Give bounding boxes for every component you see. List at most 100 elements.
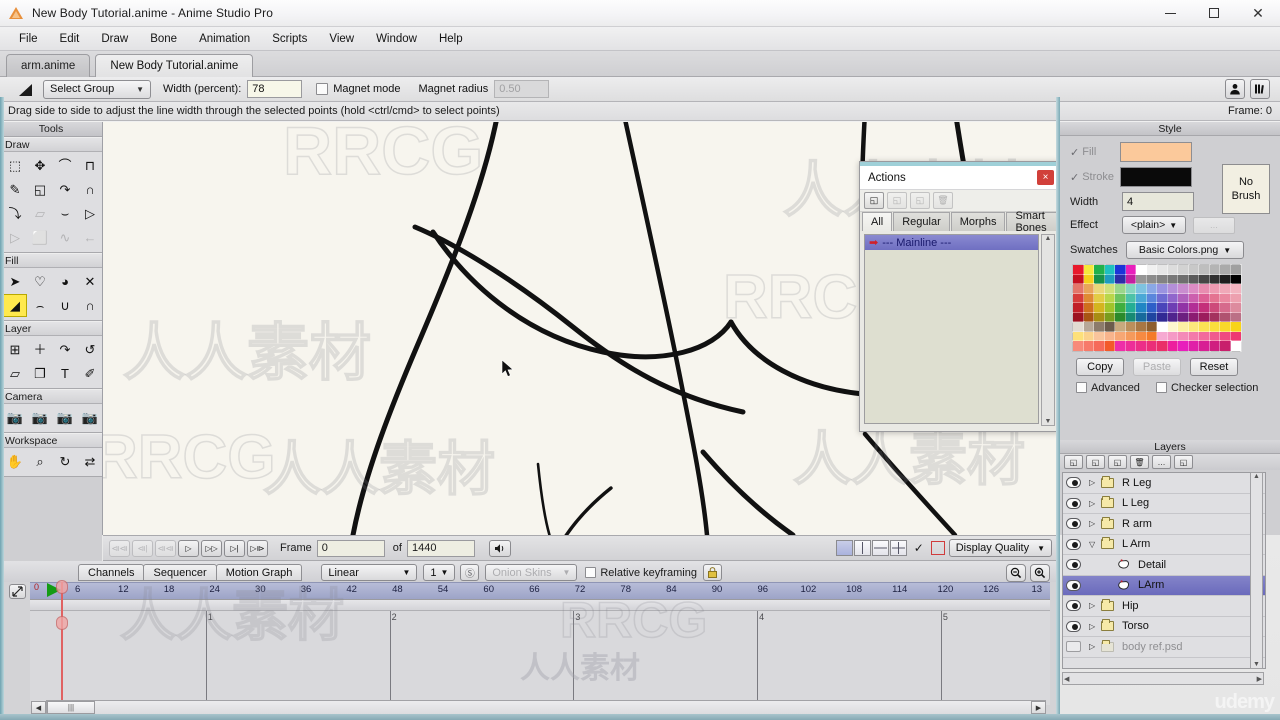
palette-swatch-66[interactable] — [1093, 302, 1105, 313]
previous-keyframe-button[interactable]: ⧏| — [132, 539, 153, 557]
copy-button[interactable]: Copy — [1076, 357, 1124, 376]
palette-swatch-34[interactable] — [1093, 283, 1105, 294]
single-view-button[interactable] — [835, 540, 853, 556]
playhead-handle[interactable] — [56, 580, 68, 594]
layers-horizontal-scrollbar[interactable]: ◀ ▶ — [1062, 672, 1264, 685]
actions-list[interactable]: ➡ --- Mainline --- — [864, 234, 1039, 424]
palette-swatch-81[interactable] — [1083, 312, 1095, 323]
palette-swatch-22[interactable] — [1135, 274, 1147, 285]
palette-swatch-65[interactable] — [1083, 302, 1095, 313]
palette-swatch-93[interactable] — [1209, 312, 1221, 323]
palette-swatch-79[interactable] — [1230, 302, 1242, 313]
palette-swatch-26[interactable] — [1177, 274, 1189, 285]
palette-swatch-29[interactable] — [1209, 274, 1221, 285]
palette-swatch-126[interactable] — [1219, 331, 1231, 342]
zoom-in-icon[interactable] — [1030, 563, 1050, 582]
palette-swatch-64[interactable] — [1072, 302, 1084, 313]
layer-row[interactable]: ▷ Torso — [1063, 617, 1265, 637]
palette-swatch-118[interactable] — [1135, 331, 1147, 342]
play-button[interactable]: ▷ — [178, 539, 199, 557]
timeline-track-area[interactable]: 1 2 3 4 5 — [30, 599, 1050, 706]
palette-swatch-28[interactable] — [1198, 274, 1210, 285]
palette-swatch-44[interactable] — [1198, 283, 1210, 294]
perspective-points-tool[interactable]: ⌣ — [53, 202, 77, 225]
eraser-tool[interactable]: ▱ — [28, 202, 52, 225]
fill-color-swatch[interactable] — [1120, 142, 1193, 162]
palette-swatch-107[interactable] — [1188, 321, 1200, 332]
actions-scrollbar[interactable]: ▲ ▼ — [1041, 234, 1055, 426]
palette-swatch-75[interactable] — [1188, 302, 1200, 313]
palette-swatch-77[interactable] — [1209, 302, 1221, 313]
palette-swatch-12[interactable] — [1198, 264, 1210, 275]
palette-swatch-131[interactable] — [1104, 340, 1116, 351]
reset-button[interactable]: Reset — [1190, 357, 1238, 376]
scroll-down-icon[interactable]: ▼ — [1045, 418, 1052, 425]
checker-selection-checkbox[interactable] — [1155, 382, 1167, 393]
palette-swatch-55[interactable] — [1146, 293, 1158, 304]
blob-tool[interactable]: ⤵ — [3, 202, 27, 225]
select-shape-tool[interactable]: ➤ — [3, 270, 27, 293]
check-icon[interactable]: ✓ — [911, 540, 927, 556]
chevron-right-icon[interactable]: ▷ — [1089, 499, 1097, 508]
palette-swatch-83[interactable] — [1104, 312, 1116, 323]
new-action-button[interactable]: ◱ — [864, 192, 884, 209]
palette-swatch-129[interactable] — [1083, 340, 1095, 351]
palette-swatch-91[interactable] — [1188, 312, 1200, 323]
palette-swatch-80[interactable] — [1072, 312, 1084, 323]
palette-swatch-59[interactable] — [1188, 293, 1200, 304]
menu-item-window[interactable]: Window — [365, 27, 428, 51]
create-shape-tool[interactable]: ♡ — [28, 270, 52, 293]
magnet-tool[interactable]: ↷ — [53, 178, 77, 201]
palette-swatch-111[interactable] — [1230, 321, 1242, 332]
palette-swatch-1[interactable] — [1083, 264, 1095, 275]
relative-keyframing-checkbox[interactable] — [585, 567, 597, 578]
palette-swatch-140[interactable] — [1198, 340, 1210, 351]
document-tab-1[interactable]: New Body Tutorial.anime — [95, 54, 254, 77]
actions-panel[interactable]: Actions × ◱ ◱ ◱ 🗑 All Regular Morphs Smart Bon… — [859, 161, 1059, 432]
layer-row[interactable]: ▽ L Arm — [1063, 535, 1265, 555]
interpolation-count-dropdown[interactable]: 1 ▼ — [423, 564, 456, 581]
palette-swatch-130[interactable] — [1093, 340, 1105, 351]
palette-swatch-54[interactable] — [1135, 293, 1147, 304]
interpolation-dropdown[interactable]: Linear ▼ — [321, 564, 418, 581]
split-vertical-view-button[interactable] — [853, 540, 871, 556]
scatter-brush-tool[interactable]: ∩ — [78, 294, 102, 317]
menu-item-help[interactable]: Help — [428, 27, 474, 51]
palette-swatch-134[interactable] — [1135, 340, 1147, 351]
palette-swatch-49[interactable] — [1083, 293, 1095, 304]
playhead-handle-lower[interactable] — [56, 616, 68, 630]
palette-swatch-5[interactable] — [1125, 264, 1137, 275]
palette-swatch-113[interactable] — [1083, 331, 1095, 342]
layer-visible-eye-icon[interactable] — [1066, 559, 1081, 571]
magnet-radius-input[interactable]: 0.50 — [494, 80, 550, 98]
palette-swatch-16[interactable] — [1072, 274, 1084, 285]
line-width-tool-selected[interactable]: ◢ — [3, 294, 27, 317]
timeline-horizontal-scrollbar[interactable]: ||| — [46, 700, 1046, 715]
scroll-left-icon[interactable]: ◀ — [31, 701, 46, 714]
palette-swatch-68[interactable] — [1114, 302, 1126, 313]
orbit-workspace-tool[interactable]: ⇄ — [78, 450, 102, 473]
timeline-tab-sequencer[interactable]: Sequencer — [143, 564, 217, 581]
palette-swatch-95[interactable] — [1230, 312, 1242, 323]
palette-swatch-115[interactable] — [1104, 331, 1116, 342]
palette-swatch-87[interactable] — [1146, 312, 1158, 323]
palette-swatch-117[interactable] — [1125, 331, 1137, 342]
palette-swatch-46[interactable] — [1219, 283, 1231, 294]
actions-tab-morphs[interactable]: Morphs — [950, 212, 1006, 231]
palette-swatch-3[interactable] — [1104, 264, 1116, 275]
palette-swatch-112[interactable] — [1072, 331, 1084, 342]
palette-swatch-15[interactable] — [1230, 264, 1242, 275]
new-layer-button[interactable]: ◱ — [1064, 455, 1083, 469]
paint-bucket-tool[interactable]: ◕ — [53, 270, 77, 293]
actions-list-item[interactable]: ➡ --- Mainline --- — [865, 235, 1038, 250]
person-icon[interactable] — [1225, 79, 1245, 99]
palette-swatch-9[interactable] — [1167, 264, 1179, 275]
palette-swatch-50[interactable] — [1093, 293, 1105, 304]
palette-swatch-61[interactable] — [1209, 293, 1221, 304]
palette-swatch-48[interactable] — [1072, 293, 1084, 304]
effect-options-button[interactable]: ... — [1193, 216, 1235, 234]
palette-swatch-42[interactable] — [1177, 283, 1189, 294]
go-to-start-button[interactable]: ⧏⧏ — [109, 539, 130, 557]
scroll-down-icon[interactable]: ▼ — [1253, 661, 1260, 668]
palette-swatch-36[interactable] — [1114, 283, 1126, 294]
